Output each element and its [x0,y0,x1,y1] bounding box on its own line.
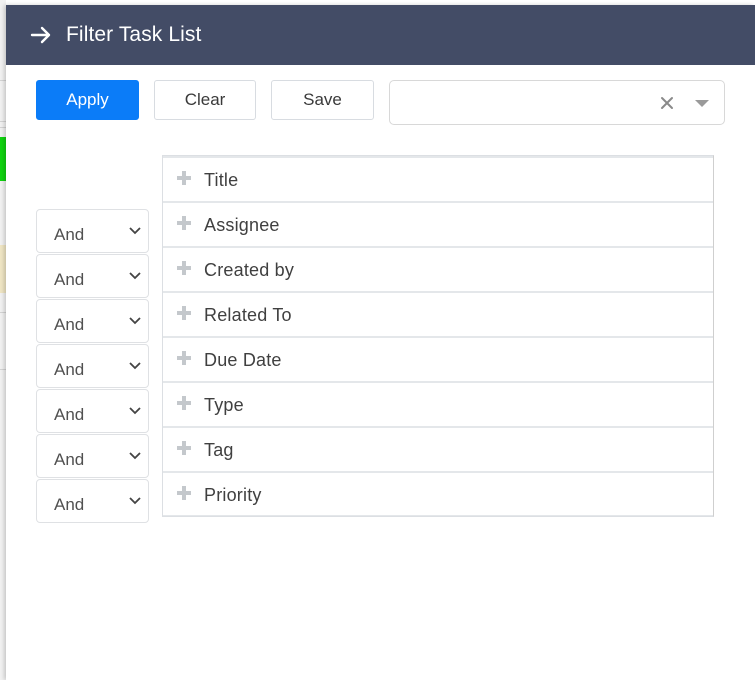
plus-icon [175,169,193,187]
filter-field-created-by[interactable]: Created by [163,246,713,291]
operator-value: And [54,405,85,424]
operator-value: And [54,360,85,379]
arrow-right-icon[interactable] [30,24,52,46]
panel-header: Filter Task List [6,5,755,65]
chevron-down-icon [128,313,142,325]
chevron-down-icon [128,268,142,280]
plus-icon [175,484,193,502]
panel-title: Filter Task List [66,23,202,46]
save-button[interactable]: Save [271,80,374,120]
operator-select[interactable]: And [36,299,149,343]
operator-list: And And And And And And And [36,209,149,524]
caret-down-icon[interactable] [695,100,709,107]
field-label: Created by [204,260,295,280]
filter-field-assignee[interactable]: Assignee [163,201,713,246]
filter-panel: Filter Task List Apply Clear Save And An… [6,5,755,680]
plus-icon [175,349,193,367]
chevron-down-icon [128,223,142,235]
plus-icon [175,214,193,232]
close-icon[interactable] [658,94,676,112]
operator-value: And [54,225,85,244]
field-label: Tag [204,440,234,460]
chevron-down-icon [128,448,142,460]
saved-filter-select[interactable] [389,80,725,125]
operator-value: And [54,270,85,289]
operator-select[interactable]: And [36,434,149,478]
operator-select[interactable]: And [36,209,149,253]
chevron-down-icon [128,403,142,415]
filter-field-tag[interactable]: Tag [163,426,713,471]
plus-icon [175,259,193,277]
operator-select[interactable]: And [36,254,149,298]
filter-field-due-date[interactable]: Due Date [163,336,713,381]
filter-field-list: Title Assignee Created by Related To Due… [162,155,714,517]
clear-button[interactable]: Clear [154,80,256,120]
chevron-down-icon [128,493,142,505]
operator-select[interactable]: And [36,389,149,433]
filter-toolbar: Apply Clear Save [6,80,755,126]
plus-icon [175,394,193,412]
field-label: Priority [204,485,262,505]
field-label: Related To [204,305,292,325]
chevron-down-icon [128,358,142,370]
filter-field-related-to[interactable]: Related To [163,291,713,336]
field-label: Type [204,395,244,415]
field-label: Assignee [204,215,280,235]
apply-button[interactable]: Apply [36,80,139,120]
field-label: Due Date [204,350,282,370]
operator-select[interactable]: And [36,479,149,523]
operator-value: And [54,315,85,334]
operator-value: And [54,495,85,514]
filter-field-priority[interactable]: Priority [163,471,713,516]
plus-icon [175,304,193,322]
filter-field-type[interactable]: Type [163,381,713,426]
operator-value: And [54,450,85,469]
plus-icon [175,439,193,457]
filter-field-title[interactable]: Title [163,156,713,201]
operator-select[interactable]: And [36,344,149,388]
field-label: Title [204,170,239,190]
